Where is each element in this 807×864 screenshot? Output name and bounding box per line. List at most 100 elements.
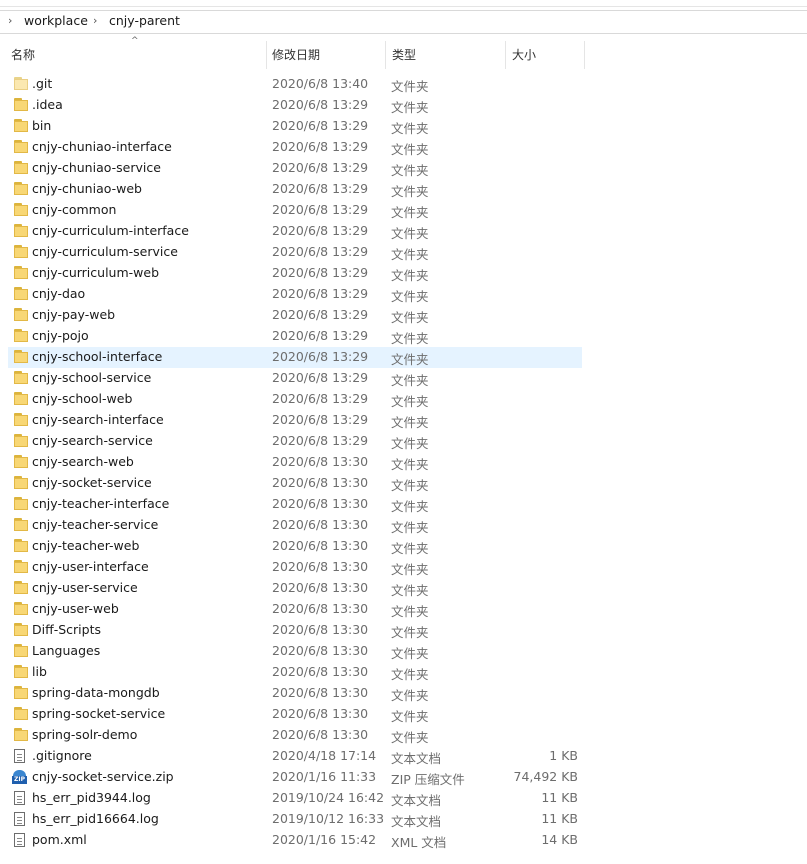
file-row[interactable]: cnjy-curriculum-interface 2020/6/8 13:29 文… (8, 221, 582, 242)
file-name: hs_err_pid3944.log (32, 790, 151, 805)
file-type: ZIP 压缩文件 (391, 772, 465, 787)
file-type: 文件夹 (391, 142, 429, 157)
folder-icon (14, 602, 28, 616)
file-type: 文件夹 (391, 331, 429, 346)
column-header-date[interactable]: 修改日期 (272, 46, 320, 63)
file-row[interactable]: cnjy-search-interface 2020/6/8 13:29 文件夹 (8, 410, 582, 431)
file-row[interactable]: cnjy-pojo 2020/6/8 13:29 文件夹 (8, 326, 582, 347)
file-row[interactable]: cnjy-curriculum-service 2020/6/8 13:29 文件夹 (8, 242, 582, 263)
breadcrumb-item-workplace[interactable]: workplace (24, 13, 88, 28)
file-date-modified: 2020/6/8 13:30 (272, 643, 369, 658)
text-file-icon (14, 791, 25, 805)
file-name: .idea (32, 97, 63, 112)
file-row[interactable]: .git 2020/6/8 13:40 文件夹 (8, 74, 582, 95)
folder-icon (14, 497, 28, 511)
file-row[interactable]: cnjy-search-web 2020/6/8 13:30 文件夹 (8, 452, 582, 473)
file-row[interactable]: cnjy-teacher-interface 2020/6/8 13:30 文件夹 (8, 494, 582, 515)
file-name: cnjy-socket-service (32, 475, 152, 490)
file-row[interactable]: bin 2020/6/8 13:29 文件夹 (8, 116, 582, 137)
folder-icon (14, 707, 28, 721)
breadcrumb-item-cnjy-parent[interactable]: cnjy-parent (109, 13, 180, 28)
column-divider[interactable] (385, 41, 386, 69)
file-date-modified: 2020/6/8 13:30 (272, 475, 369, 490)
column-divider[interactable] (266, 41, 267, 69)
file-row[interactable]: hs_err_pid16664.log 2019/10/12 16:33 文本文档 1… (8, 809, 582, 830)
folder-icon (14, 518, 28, 532)
folder-icon (14, 350, 28, 364)
column-header-name[interactable]: 名称 (11, 46, 35, 63)
file-name: hs_err_pid16664.log (32, 811, 159, 826)
file-date-modified: 2020/6/8 13:30 (272, 727, 369, 742)
column-header-size[interactable]: 大小 (512, 46, 536, 63)
file-row[interactable]: cnjy-user-service 2020/6/8 13:30 文件夹 (8, 578, 582, 599)
file-date-modified: 2020/6/8 13:30 (272, 580, 369, 595)
folder-icon (14, 329, 28, 343)
folder-icon (14, 665, 28, 679)
file-row[interactable]: cnjy-school-service 2020/6/8 13:29 文件夹 (8, 368, 582, 389)
file-row[interactable]: cnjy-curriculum-web 2020/6/8 13:29 文件夹 (8, 263, 582, 284)
column-divider[interactable] (505, 41, 506, 69)
file-name: bin (32, 118, 52, 133)
file-name: cnjy-pojo (32, 328, 89, 343)
file-name: cnjy-chuniao-web (32, 181, 142, 196)
file-row[interactable]: cnjy-teacher-service 2020/6/8 13:30 文件夹 (8, 515, 582, 536)
xml-file-icon (14, 833, 25, 847)
folder-icon (14, 182, 28, 196)
column-header-type[interactable]: 类型 (392, 46, 416, 63)
file-date-modified: 2020/6/8 13:30 (272, 454, 369, 469)
file-row[interactable]: Diff-Scripts 2020/6/8 13:30 文件夹 (8, 620, 582, 641)
sort-ascending-icon: ^ (131, 36, 139, 46)
file-row[interactable]: .idea 2020/6/8 13:29 文件夹 (8, 95, 582, 116)
file-name: cnjy-school-service (32, 370, 152, 385)
file-row[interactable]: cnjy-dao 2020/6/8 13:29 文件夹 (8, 284, 582, 305)
file-date-modified: 2020/6/8 13:29 (272, 181, 369, 196)
file-type: 文件夹 (391, 226, 429, 241)
file-row[interactable]: cnjy-user-interface 2020/6/8 13:30 文件夹 (8, 557, 582, 578)
folder-icon (14, 245, 28, 259)
folder-icon (14, 623, 28, 637)
file-row[interactable]: hs_err_pid3944.log 2019/10/24 16:42 文本文档 11… (8, 788, 582, 809)
chevron-right-icon[interactable]: › (93, 14, 97, 27)
file-date-modified: 2020/6/8 13:30 (272, 622, 369, 637)
file-date-modified: 2020/6/8 13:30 (272, 496, 369, 511)
file-type: 文件夹 (391, 121, 429, 136)
file-row[interactable]: cnjy-chuniao-interface 2020/6/8 13:29 文件夹 (8, 137, 582, 158)
chevron-right-icon[interactable]: › (8, 14, 12, 27)
file-row[interactable]: pom.xml 2020/1/16 15:42 XML 文档 14 KB (8, 830, 582, 851)
file-date-modified: 2020/6/8 13:30 (272, 706, 369, 721)
file-row[interactable]: spring-socket-service 2020/6/8 13:30 文件夹 (8, 704, 582, 725)
file-name: spring-solr-demo (32, 727, 138, 742)
file-row[interactable]: ZIP cnjy-socket-service.zip 2020/1/16 11:3… (8, 767, 582, 788)
text-file-icon (14, 812, 25, 826)
file-row[interactable]: cnjy-teacher-web 2020/6/8 13:30 文件夹 (8, 536, 582, 557)
file-row[interactable]: cnjy-chuniao-web 2020/6/8 13:29 文件夹 (8, 179, 582, 200)
file-type: 文本文档 (391, 814, 442, 829)
address-bar[interactable]: › workplace › cnjy-parent (0, 10, 807, 34)
file-row[interactable]: cnjy-socket-service 2020/6/8 13:30 文件夹 (8, 473, 582, 494)
file-name: Languages (32, 643, 101, 658)
file-date-modified: 2020/6/8 13:29 (272, 349, 369, 364)
file-type: 文件夹 (391, 436, 429, 451)
file-name: cnjy-curriculum-web (32, 265, 160, 280)
file-row[interactable]: cnjy-school-interface 2020/6/8 13:29 文件夹 (8, 347, 582, 368)
file-row[interactable]: .gitignore 2020/4/18 17:14 文本文档 1 KB (8, 746, 582, 767)
file-row[interactable]: spring-solr-demo 2020/6/8 13:30 文件夹 (8, 725, 582, 746)
column-header-bar: ^ 名称 修改日期 类型 大小 (0, 35, 807, 73)
file-row[interactable]: cnjy-school-web 2020/6/8 13:29 文件夹 (8, 389, 582, 410)
folder-icon (14, 581, 28, 595)
file-row[interactable]: cnjy-user-web 2020/6/8 13:30 文件夹 (8, 599, 582, 620)
file-name: spring-socket-service (32, 706, 166, 721)
folder-icon (14, 119, 28, 133)
column-divider[interactable] (584, 41, 585, 69)
file-row[interactable]: lib 2020/6/8 13:30 文件夹 (8, 662, 582, 683)
file-row[interactable]: cnjy-search-service 2020/6/8 13:29 文件夹 (8, 431, 582, 452)
file-row[interactable]: cnjy-common 2020/6/8 13:29 文件夹 (8, 200, 582, 221)
file-name: spring-data-mongdb (32, 685, 160, 700)
folder-icon (14, 161, 28, 175)
file-date-modified: 2020/6/8 13:29 (272, 244, 369, 259)
file-row[interactable]: cnjy-chuniao-service 2020/6/8 13:29 文件夹 (8, 158, 582, 179)
file-row[interactable]: spring-data-mongdb 2020/6/8 13:30 文件夹 (8, 683, 582, 704)
file-row[interactable]: Languages 2020/6/8 13:30 文件夹 (8, 641, 582, 662)
file-name: cnjy-chuniao-service (32, 160, 161, 175)
file-row[interactable]: cnjy-pay-web 2020/6/8 13:29 文件夹 (8, 305, 582, 326)
